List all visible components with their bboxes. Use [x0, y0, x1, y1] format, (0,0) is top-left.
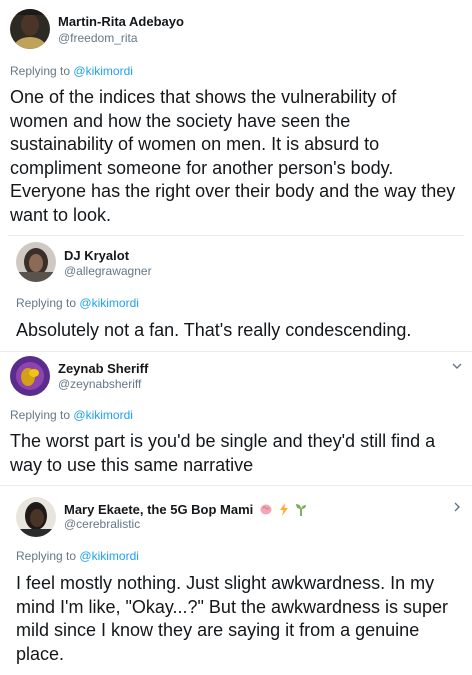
tweet-text-line: way to use this same narrative [10, 454, 254, 475]
replying-to-label: Replying to [10, 408, 71, 422]
user-handle[interactable]: @cerebralistic [64, 517, 140, 531]
tweet-text-line: One of the indices that shows the vulner… [10, 87, 397, 107]
chevron-right-icon[interactable] [450, 500, 464, 514]
tweet-text-line: women and how the society have seen the [10, 110, 351, 131]
replying-to-link[interactable]: @kikimordi [73, 64, 133, 78]
tweet-text: One of the indices that shows the vulner… [10, 86, 468, 227]
lightning-emoji [279, 502, 289, 519]
tweet-text: The worst part is you'd be single and th… [10, 430, 468, 477]
replying-to-label: Replying to [10, 64, 71, 78]
seedling-emoji [295, 503, 307, 519]
tweet-text: I feel mostly nothing. Just slight awkwa… [16, 572, 468, 666]
replying-to-link[interactable]: @kikimordi [73, 408, 133, 422]
tweet-card[interactable]: DJ Kryalot @allegrawagner Replying to @k… [0, 236, 472, 351]
tweet-card[interactable]: Martin-Rita Adebayo @freedom_rita Replyi… [0, 0, 472, 235]
tweet-text-line: mind I'm like, "Okay...?" But the awkwar… [16, 596, 449, 617]
tweet-text-line: Absolutely not a fan. That's really cond… [16, 320, 412, 340]
display-name[interactable]: Martin-Rita Adebayo [58, 14, 184, 29]
tweet-text-line: The worst part is you'd be single and th… [10, 431, 436, 451]
replying-to-line: Replying to @kikimordi [10, 408, 133, 422]
replying-to-link[interactable]: @kikimordi [79, 296, 139, 310]
tweet-text-line: sustainability of women on men. It is ab… [10, 134, 380, 154]
chevron-down-icon[interactable] [450, 359, 464, 373]
avatar[interactable] [10, 9, 50, 49]
replying-to-line: Replying to @kikimordi [16, 296, 139, 310]
avatar[interactable] [10, 356, 50, 396]
replying-to-link[interactable]: @kikimordi [79, 549, 139, 563]
replying-to-line: Replying to @kikimordi [16, 549, 139, 563]
avatar[interactable] [16, 242, 56, 282]
tweet-text-line: want to look. [10, 204, 112, 225]
replying-to-line: Replying to @kikimordi [10, 64, 133, 78]
tweet-text-line: compliment someone for another person's … [10, 157, 394, 178]
user-handle[interactable]: @zeynabsheriff [58, 377, 141, 391]
tweet-text-line: Everyone has the right over their body a… [10, 181, 456, 201]
avatar[interactable] [16, 497, 56, 537]
tweet-text-line: I feel mostly nothing. Just slight awkwa… [16, 573, 435, 593]
display-name-text: Mary Ekaete, the 5G Bop Mami [64, 502, 254, 517]
replying-to-label: Replying to [16, 549, 77, 563]
display-name[interactable]: Zeynab Sheriff [58, 361, 148, 376]
tweet-card[interactable]: Mary Ekaete, the 5G Bop Mami @cerebralis… [0, 486, 472, 675]
tweet-text-line: place. [16, 643, 65, 664]
display-name[interactable]: DJ Kryalot [64, 248, 129, 263]
tweet-text: Absolutely not a fan. That's really cond… [16, 319, 466, 343]
user-handle[interactable]: @freedom_rita [58, 31, 138, 45]
replying-to-label: Replying to [16, 296, 77, 310]
tweet-card[interactable]: Zeynab Sheriff @zeynabsheriff Replying t… [0, 352, 472, 485]
brain-emoji [260, 503, 272, 518]
user-handle[interactable]: @allegrawagner [64, 264, 152, 278]
tweet-text-line: mild since I know they are saying it fro… [16, 620, 420, 640]
